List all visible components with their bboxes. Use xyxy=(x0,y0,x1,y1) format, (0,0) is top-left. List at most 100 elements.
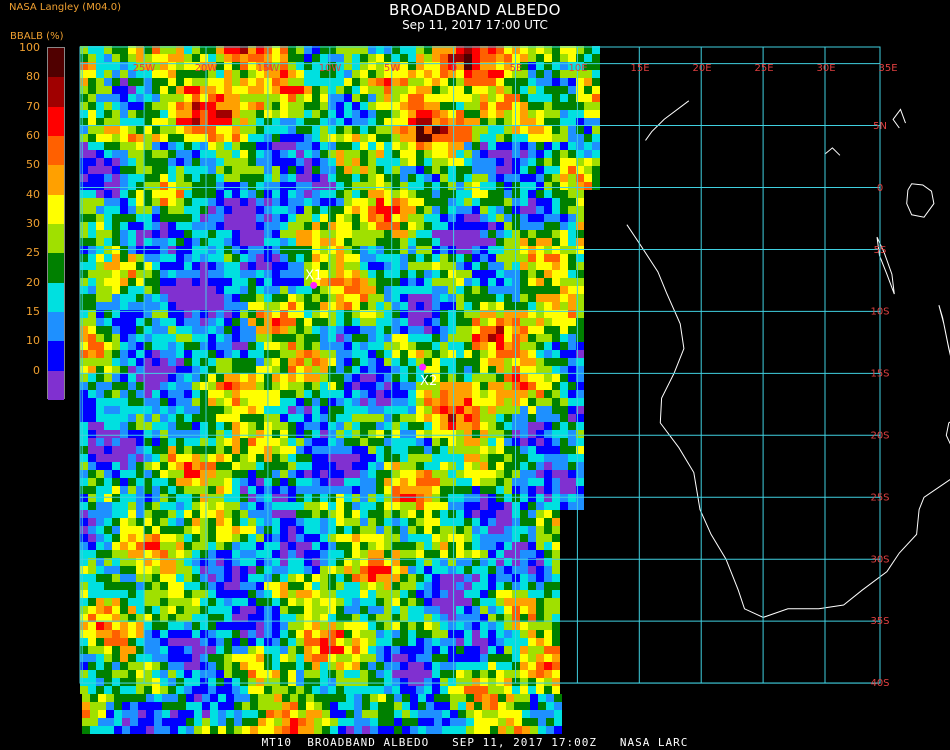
albedo-pixel xyxy=(232,582,240,590)
albedo-pixel xyxy=(376,606,384,614)
albedo-pixel xyxy=(416,54,424,62)
albedo-pixel xyxy=(320,326,328,334)
albedo-map[interactable]: 25W 20W 15W 10W 5W 0 5E 10E 15E 20E 25E 30E 35E5N05S… xyxy=(0,0,950,735)
albedo-pixel xyxy=(104,526,112,534)
albedo-pixel xyxy=(456,294,464,302)
albedo-pixel xyxy=(312,54,320,62)
albedo-pixel xyxy=(176,470,184,478)
albedo-pixel xyxy=(472,190,480,198)
albedo-pixel xyxy=(464,542,472,550)
albedo-pixel xyxy=(240,302,248,310)
albedo-pixel xyxy=(368,254,376,262)
albedo-pixel xyxy=(488,566,496,574)
albedo-pixel xyxy=(280,94,288,102)
albedo-pixel xyxy=(120,670,128,678)
albedo-pixel xyxy=(208,350,216,358)
albedo-pixel xyxy=(128,238,136,246)
albedo-pixel xyxy=(488,286,496,294)
albedo-pixel xyxy=(448,390,456,398)
albedo-pixel xyxy=(272,134,280,142)
albedo-pixel xyxy=(272,166,280,174)
albedo-pixel xyxy=(160,374,168,382)
albedo-pixel xyxy=(160,174,168,182)
albedo-pixel xyxy=(96,462,104,470)
albedo-pixel xyxy=(96,430,104,438)
albedo-pixel xyxy=(296,158,304,166)
albedo-pixel xyxy=(112,662,120,670)
albedo-pixel xyxy=(552,174,560,182)
albedo-pixel xyxy=(160,262,168,270)
albedo-pixel xyxy=(560,182,568,190)
albedo-pixel xyxy=(168,598,176,606)
albedo-pixel xyxy=(104,222,112,230)
albedo-pixel xyxy=(80,166,88,174)
albedo-pixel xyxy=(472,630,480,638)
albedo-pixel xyxy=(384,574,392,582)
albedo-pixel xyxy=(240,118,248,126)
albedo-pixel xyxy=(312,534,320,542)
albedo-pixel xyxy=(200,86,208,94)
albedo-pixel xyxy=(232,318,240,326)
albedo-pixel xyxy=(128,502,136,510)
albedo-pixel xyxy=(288,270,296,278)
albedo-pixel xyxy=(200,542,208,550)
albedo-pixel xyxy=(480,150,488,158)
albedo-pixel xyxy=(536,566,544,574)
albedo-pixel xyxy=(424,646,432,654)
albedo-pixel xyxy=(152,582,160,590)
albedo-pixel xyxy=(528,182,536,190)
albedo-pixel xyxy=(528,662,536,670)
albedo-pixel xyxy=(176,398,184,406)
albedo-pixel xyxy=(400,510,408,518)
albedo-pixel xyxy=(584,54,592,62)
albedo-pixel xyxy=(80,454,88,462)
albedo-pixel xyxy=(120,326,128,334)
albedo-pixel xyxy=(328,478,336,486)
albedo-pixel xyxy=(384,118,392,126)
albedo-pixel xyxy=(96,590,104,598)
albedo-pixel xyxy=(80,678,88,686)
albedo-pixel xyxy=(104,190,112,198)
albedo-pixel xyxy=(352,494,360,502)
albedo-pixel xyxy=(208,646,216,654)
albedo-pixel xyxy=(208,182,216,190)
albedo-pixel xyxy=(376,590,384,598)
albedo-pixel xyxy=(176,366,184,374)
albedo-pixel xyxy=(424,510,432,518)
albedo-pixel xyxy=(432,286,440,294)
albedo-pixel xyxy=(368,534,376,542)
albedo-pixel xyxy=(104,174,112,182)
albedo-pixel xyxy=(256,118,264,126)
albedo-pixel xyxy=(200,230,208,238)
albedo-pixel xyxy=(432,630,440,638)
albedo-pixel xyxy=(344,142,352,150)
albedo-pixel xyxy=(520,526,528,534)
albedo-pixel xyxy=(160,166,168,174)
albedo-pixel xyxy=(208,254,216,262)
albedo-pixel xyxy=(440,430,448,438)
albedo-pixel xyxy=(320,670,328,678)
albedo-pixel xyxy=(544,190,552,198)
albedo-pixel xyxy=(528,382,536,390)
albedo-pixel xyxy=(504,198,512,206)
albedo-pixel xyxy=(144,518,152,526)
albedo-pixel xyxy=(416,486,424,494)
albedo-pixel xyxy=(536,334,544,342)
albedo-pixel xyxy=(120,94,128,102)
albedo-pixel xyxy=(584,182,592,190)
albedo-pixel xyxy=(136,142,144,150)
albedo-pixel xyxy=(384,638,392,646)
albedo-pixel xyxy=(456,518,464,526)
albedo-pixel xyxy=(568,174,576,182)
albedo-pixel xyxy=(296,454,304,462)
albedo-pixel xyxy=(536,86,544,94)
albedo-pixel xyxy=(296,462,304,470)
albedo-pixel xyxy=(144,430,152,438)
albedo-pixel xyxy=(120,502,128,510)
albedo-pixel xyxy=(488,518,496,526)
albedo-pixel xyxy=(232,430,240,438)
albedo-pixel xyxy=(120,150,128,158)
albedo-pixel xyxy=(152,382,160,390)
albedo-pixel xyxy=(584,110,592,118)
albedo-pixel xyxy=(536,214,544,222)
